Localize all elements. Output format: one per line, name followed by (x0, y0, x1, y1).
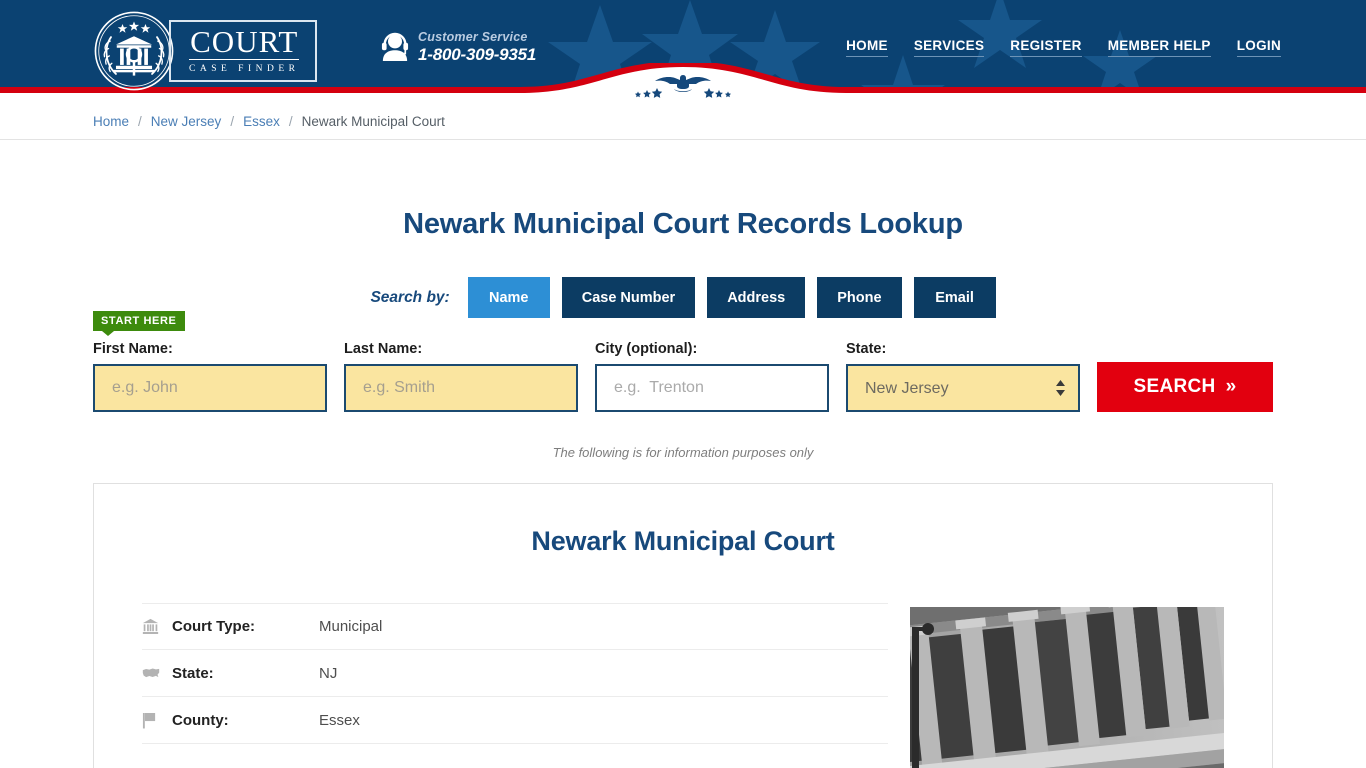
nav-item-register[interactable]: REGISTER (1010, 38, 1082, 57)
detail-row-state: State: NJ (142, 650, 888, 697)
main-navigation: HOME SERVICES REGISTER MEMBER HELP LOGIN (846, 38, 1281, 57)
courthouse-photo (909, 607, 1224, 768)
logo-primary-text: COURT (189, 24, 300, 60)
site-logo[interactable]: COURT CASE FINDER (93, 10, 318, 92)
start-here-badge: START HERE (93, 311, 186, 336)
breadcrumb: Home / New Jersey / Essex / Newark Munic… (93, 103, 1273, 140)
tab-name[interactable]: Name (467, 277, 550, 318)
tab-address[interactable]: Address (707, 277, 806, 318)
search-button-label: SEARCH (1133, 376, 1216, 397)
tab-phone[interactable]: Phone (817, 277, 902, 318)
nav-item-login[interactable]: LOGIN (1236, 38, 1281, 57)
city-field-group: City (optional): (595, 341, 829, 412)
customer-service-block[interactable]: Customer Service 1-800-309-9351 (381, 30, 536, 64)
breadcrumb-item-county[interactable]: Essex (243, 114, 280, 129)
court-search-form: START HERE First Name: Last Name: City (… (93, 311, 1273, 412)
state-select-wrapper: New Jersey (846, 364, 1080, 412)
first-name-field-group: First Name: (93, 341, 327, 412)
detail-value-court-type: Municipal (319, 618, 383, 635)
court-details-list: Court Type: Municipal State: NJ County: … (142, 603, 888, 768)
state-field-group: State: New Jersey (846, 341, 1080, 412)
court-info-card: Newark Municipal Court Court Type: Munic… (93, 483, 1273, 768)
state-label: State: (846, 341, 887, 357)
logo-wordmark: COURT CASE FINDER (169, 20, 318, 82)
customer-service-label: Customer Service (418, 30, 528, 44)
headset-support-icon (381, 32, 409, 61)
flag-icon (142, 712, 172, 729)
customer-service-phone[interactable]: 1-800-309-9351 (418, 45, 536, 64)
detail-row-county: County: Essex (142, 697, 888, 744)
court-card-body: Court Type: Municipal State: NJ County: … (142, 603, 1224, 768)
double-chevron-right-icon: » (1225, 376, 1237, 397)
breadcrumb-item-current: Newark Municipal Court (301, 114, 445, 129)
detail-label-county: County: (172, 711, 229, 729)
courthouse-bank-icon (142, 618, 172, 635)
site-header: COURT CASE FINDER Customer Service 1-800… (0, 0, 1366, 103)
first-name-label: First Name: (93, 341, 173, 357)
breadcrumb-bar: Home / New Jersey / Essex / Newark Munic… (0, 103, 1366, 140)
breadcrumb-separator: / (288, 114, 293, 129)
breadcrumb-item-state[interactable]: New Jersey (151, 114, 222, 129)
nav-item-home[interactable]: HOME (846, 38, 888, 57)
nav-item-services[interactable]: SERVICES (913, 38, 985, 57)
court-emblem-icon (94, 11, 174, 91)
search-button[interactable]: SEARCH » (1097, 362, 1273, 412)
breadcrumb-separator: / (138, 114, 142, 129)
last-name-field-group: Last Name: (344, 341, 578, 412)
main-content: Newark Municipal Court Records Lookup Se… (93, 208, 1273, 768)
detail-row-court-type: Court Type: Municipal (142, 603, 888, 650)
detail-value-state: NJ (319, 664, 338, 682)
court-card-title: Newark Municipal Court (531, 526, 835, 556)
detail-value-county: Essex (319, 711, 360, 729)
nav-item-member-help[interactable]: MEMBER HELP (1107, 38, 1211, 57)
state-select[interactable]: New Jersey (846, 364, 1080, 412)
search-by-label: Search by: (370, 288, 450, 306)
tab-email[interactable]: Email (913, 277, 996, 318)
search-by-tabs: Search by: Name Case Number Address Phon… (93, 277, 1273, 318)
last-name-input[interactable] (344, 364, 578, 412)
detail-label-state: State: (172, 664, 214, 682)
courthouse-photo-illustration (909, 607, 1224, 768)
logo-secondary-text: CASE FINDER (189, 64, 300, 74)
information-disclaimer: The following is for information purpose… (552, 445, 814, 460)
detail-label-court-type: Court Type: (172, 618, 256, 635)
city-label: City (optional): (595, 341, 698, 357)
first-name-input[interactable] (93, 364, 327, 412)
city-input[interactable] (595, 364, 829, 412)
breadcrumb-item-home[interactable]: Home (93, 114, 129, 129)
us-map-icon (142, 666, 172, 680)
last-name-label: Last Name: (344, 341, 423, 357)
tab-case-number[interactable]: Case Number (561, 277, 696, 318)
page-title: Newark Municipal Court Records Lookup (403, 208, 963, 240)
breadcrumb-separator: / (230, 114, 235, 129)
